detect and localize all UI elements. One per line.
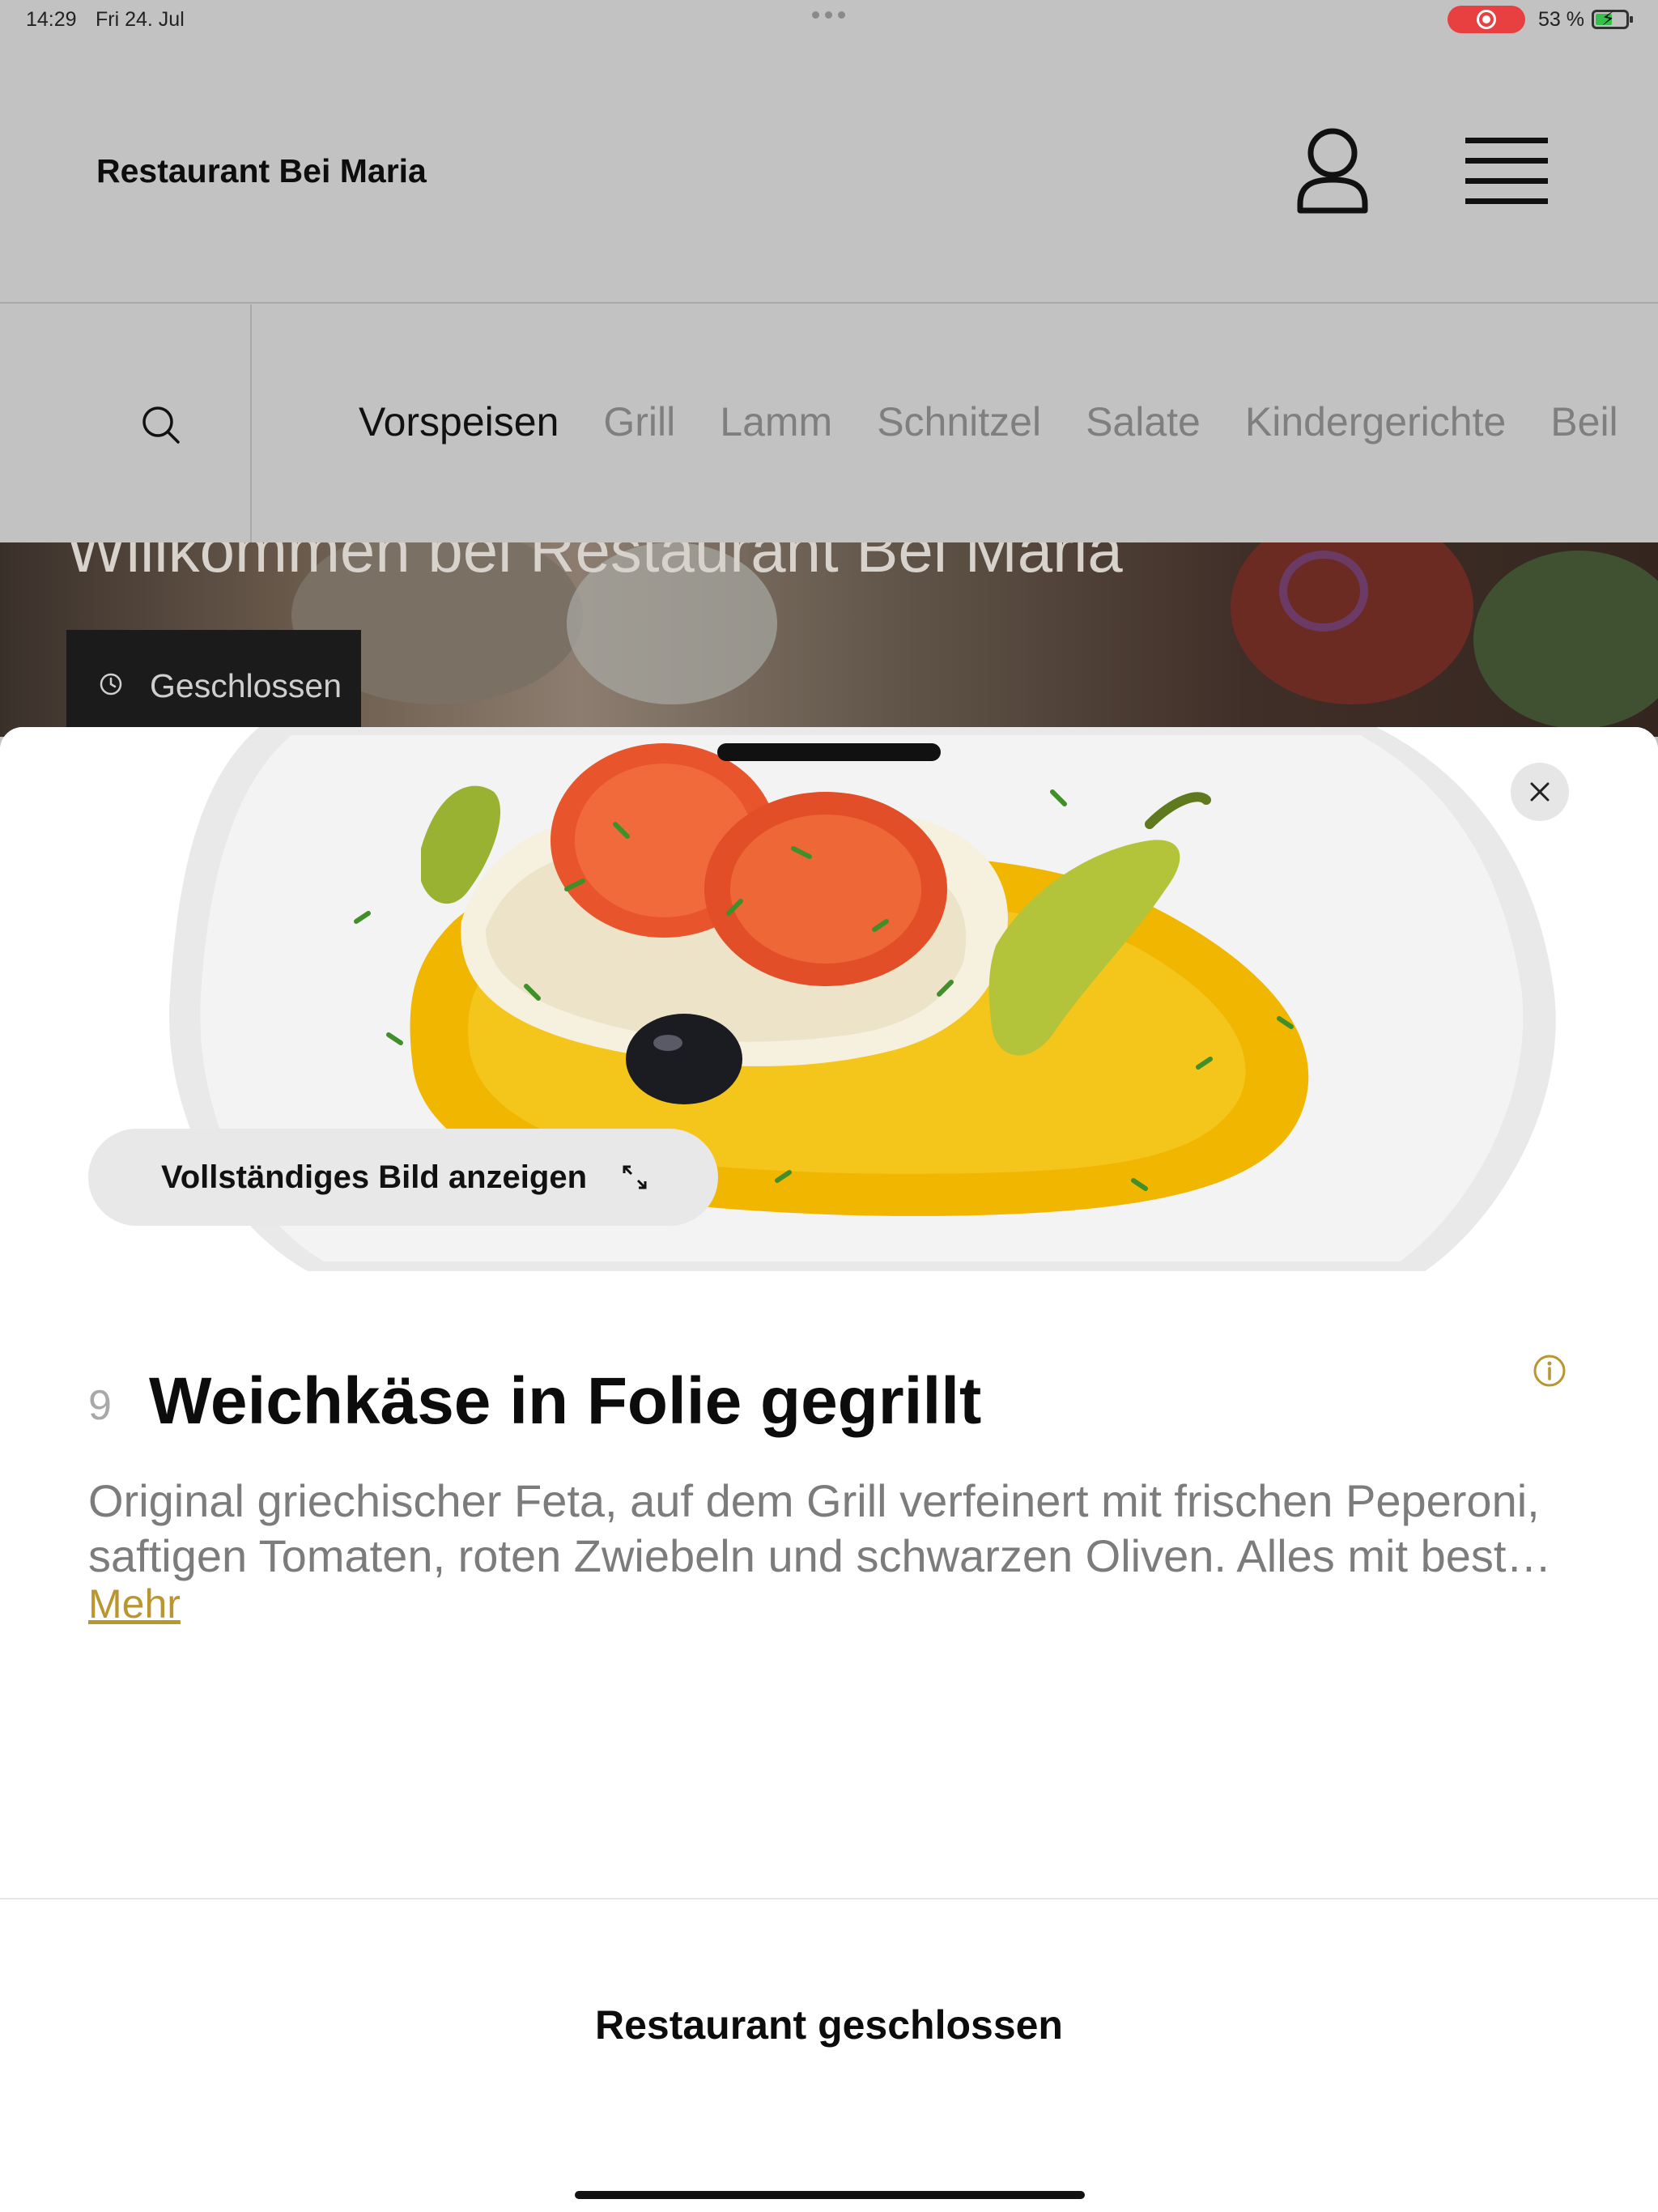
tab-beilagen[interactable]: Beil <box>1550 398 1618 445</box>
item-detail-sheet: Vollständiges Bild anzeigen 9 Weichkäse … <box>0 727 1658 2212</box>
sheet-grabber[interactable] <box>717 743 941 761</box>
show-full-image-button[interactable]: Vollständiges Bild anzeigen <box>88 1129 718 1226</box>
close-icon <box>1530 782 1550 802</box>
item-number: 9 <box>88 1382 112 1429</box>
search-icon[interactable] <box>141 405 181 445</box>
expand-icon <box>623 1165 647 1189</box>
tab-kindergerichte[interactable]: Kindergerichte <box>1245 398 1506 445</box>
opening-status-badge: Geschlossen <box>66 630 361 737</box>
opening-status-label: Geschlossen <box>150 667 342 704</box>
status-date: Fri 24. Jul <box>96 8 185 31</box>
item-description-line: saftigen Tomaten, roten Zwiebeln und sch… <box>88 1530 1552 1581</box>
hero-image-detail <box>1473 551 1658 729</box>
restaurant-name: Restaurant Bei Maria <box>96 152 427 189</box>
item-title: Weichkäse in Folie gegrillt <box>149 1364 982 1438</box>
multitasking-dots-icon[interactable] <box>812 11 845 19</box>
hamburger-menu-icon[interactable] <box>1465 134 1548 207</box>
home-indicator[interactable] <box>575 2191 1085 2199</box>
tab-schnitzel[interactable]: Schnitzel <box>877 398 1041 445</box>
battery-percentage: 53 % <box>1538 8 1584 31</box>
category-tabs: Vorspeisen Grill Lamm Schnitzel Salate K… <box>359 398 1618 445</box>
restaurant-closed-label: Restaurant geschlossen <box>595 2002 1063 2048</box>
close-button[interactable] <box>1511 763 1569 821</box>
show-full-image-label: Vollständiges Bild anzeigen <box>161 1159 588 1195</box>
app-header: Restaurant Bei Maria <box>0 39 1658 304</box>
tab-salate[interactable]: Salate <box>1086 398 1201 445</box>
user-icon[interactable] <box>1295 126 1370 217</box>
tab-vorspeisen[interactable]: Vorspeisen <box>359 398 559 445</box>
item-description: Original griechischer Feta, auf dem Gril… <box>88 1474 1578 1584</box>
status-time: 14:29 <box>26 8 77 31</box>
more-link[interactable]: Mehr <box>88 1580 181 1627</box>
status-bar: 14:29 Fri 24. Jul 53 % ⚡ <box>0 0 1658 39</box>
screen-recording-icon[interactable] <box>1448 6 1525 33</box>
category-nav: Vorspeisen Grill Lamm Schnitzel Salate K… <box>0 304 1658 542</box>
hero-image-detail <box>1279 551 1368 632</box>
tab-lamm[interactable]: Lamm <box>720 398 832 445</box>
search-button[interactable] <box>0 304 252 542</box>
item-description-line: Original griechischer Feta, auf dem Gril… <box>88 1475 1540 1526</box>
info-icon[interactable] <box>1533 1354 1567 1388</box>
divider <box>0 1898 1658 1899</box>
charging-bolt-icon: ⚡ <box>1601 8 1615 30</box>
tab-grill[interactable]: Grill <box>603 398 675 445</box>
hero-title: Willkommen bei Restaurant Bei Maria <box>66 542 1123 585</box>
clock-icon <box>100 673 122 696</box>
hero-banner: Willkommen bei Restaurant Bei Maria Gesc… <box>0 542 1658 737</box>
